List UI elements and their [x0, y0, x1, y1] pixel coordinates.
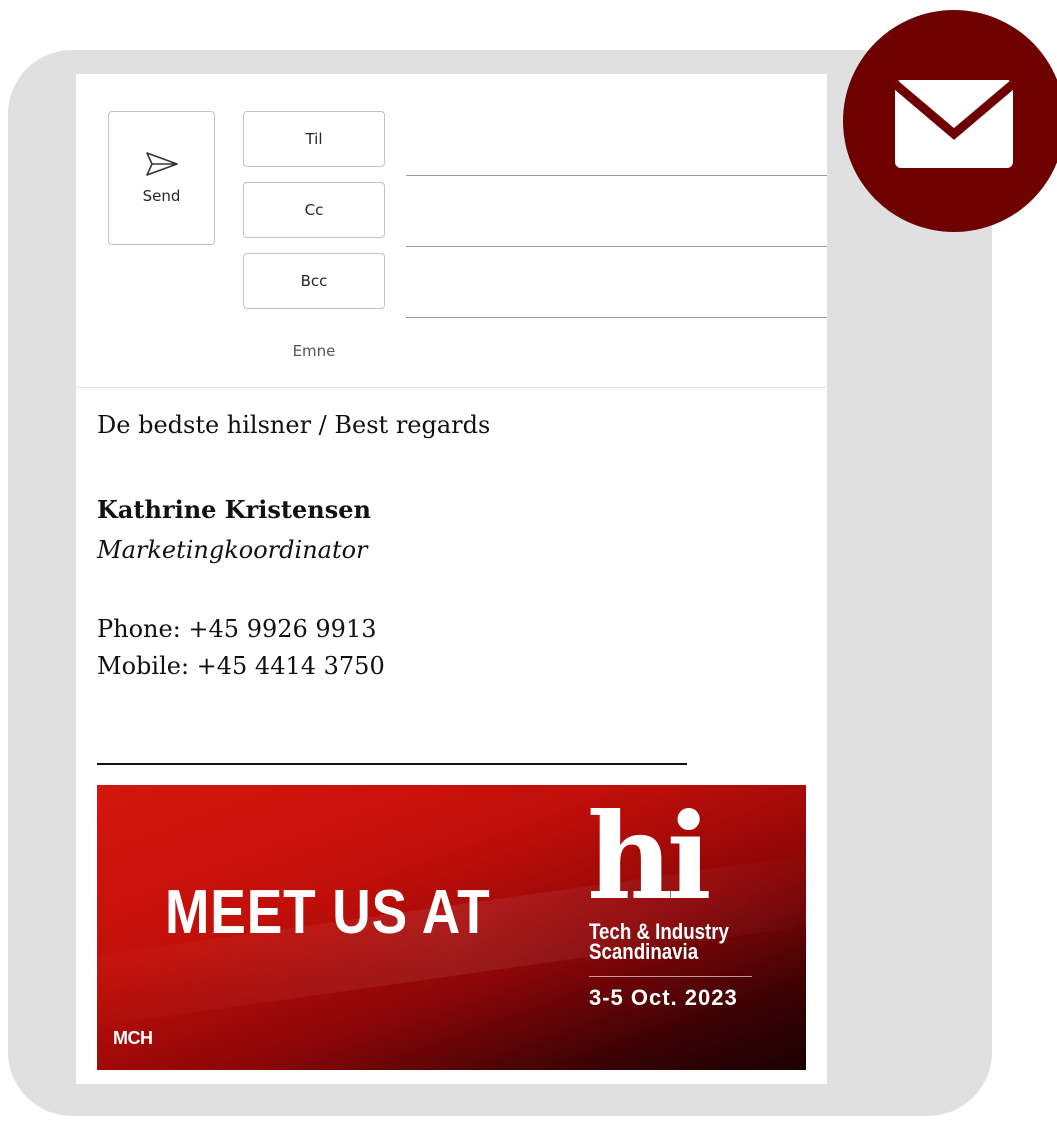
event-name-line2: Scandinavia — [589, 939, 699, 964]
subject-label[interactable]: Emne — [243, 342, 385, 360]
event-divider — [589, 976, 752, 977]
header-divider — [76, 387, 827, 388]
mail-badge — [843, 10, 1057, 232]
signature-divider — [97, 763, 687, 765]
send-arrow-icon — [145, 152, 178, 176]
mch-logo: MCH — [113, 1028, 153, 1048]
signature-phone: Phone: +45 9926 9913 — [97, 615, 377, 643]
cc-button-label: Cc — [304, 201, 324, 219]
banner-headline: MEET US AT — [165, 878, 491, 947]
bcc-button-label: Bcc — [300, 272, 328, 290]
greeting-text: De bedste hilsner / Best regards — [97, 411, 491, 439]
signature-mobile: Mobile: +45 4414 3750 — [97, 652, 385, 680]
event-banner[interactable]: MEET US AT hi Tech & Industry Scandinavi… — [97, 785, 806, 1070]
send-button[interactable]: Send — [108, 111, 215, 245]
bcc-button[interactable]: Bcc — [243, 253, 385, 309]
hi-logo: hi — [587, 787, 712, 926]
envelope-icon — [892, 80, 1016, 168]
to-input[interactable] — [406, 175, 827, 176]
compose-window: Send Til Cc Bcc Emne De bedste hilsner /… — [76, 74, 827, 1084]
bcc-input[interactable] — [406, 317, 827, 318]
event-name: Tech & Industry Scandinavia — [589, 921, 729, 964]
send-button-label: Send — [142, 187, 181, 205]
event-date: 3-5 Oct. 2023 — [589, 985, 738, 1010]
cc-input[interactable] — [406, 246, 827, 247]
to-button-label: Til — [305, 130, 323, 148]
cc-button[interactable]: Cc — [243, 182, 385, 238]
to-button[interactable]: Til — [243, 111, 385, 167]
signature-name: Kathrine Kristensen — [97, 495, 371, 524]
signature-title: Marketingkoordinator — [97, 536, 368, 564]
